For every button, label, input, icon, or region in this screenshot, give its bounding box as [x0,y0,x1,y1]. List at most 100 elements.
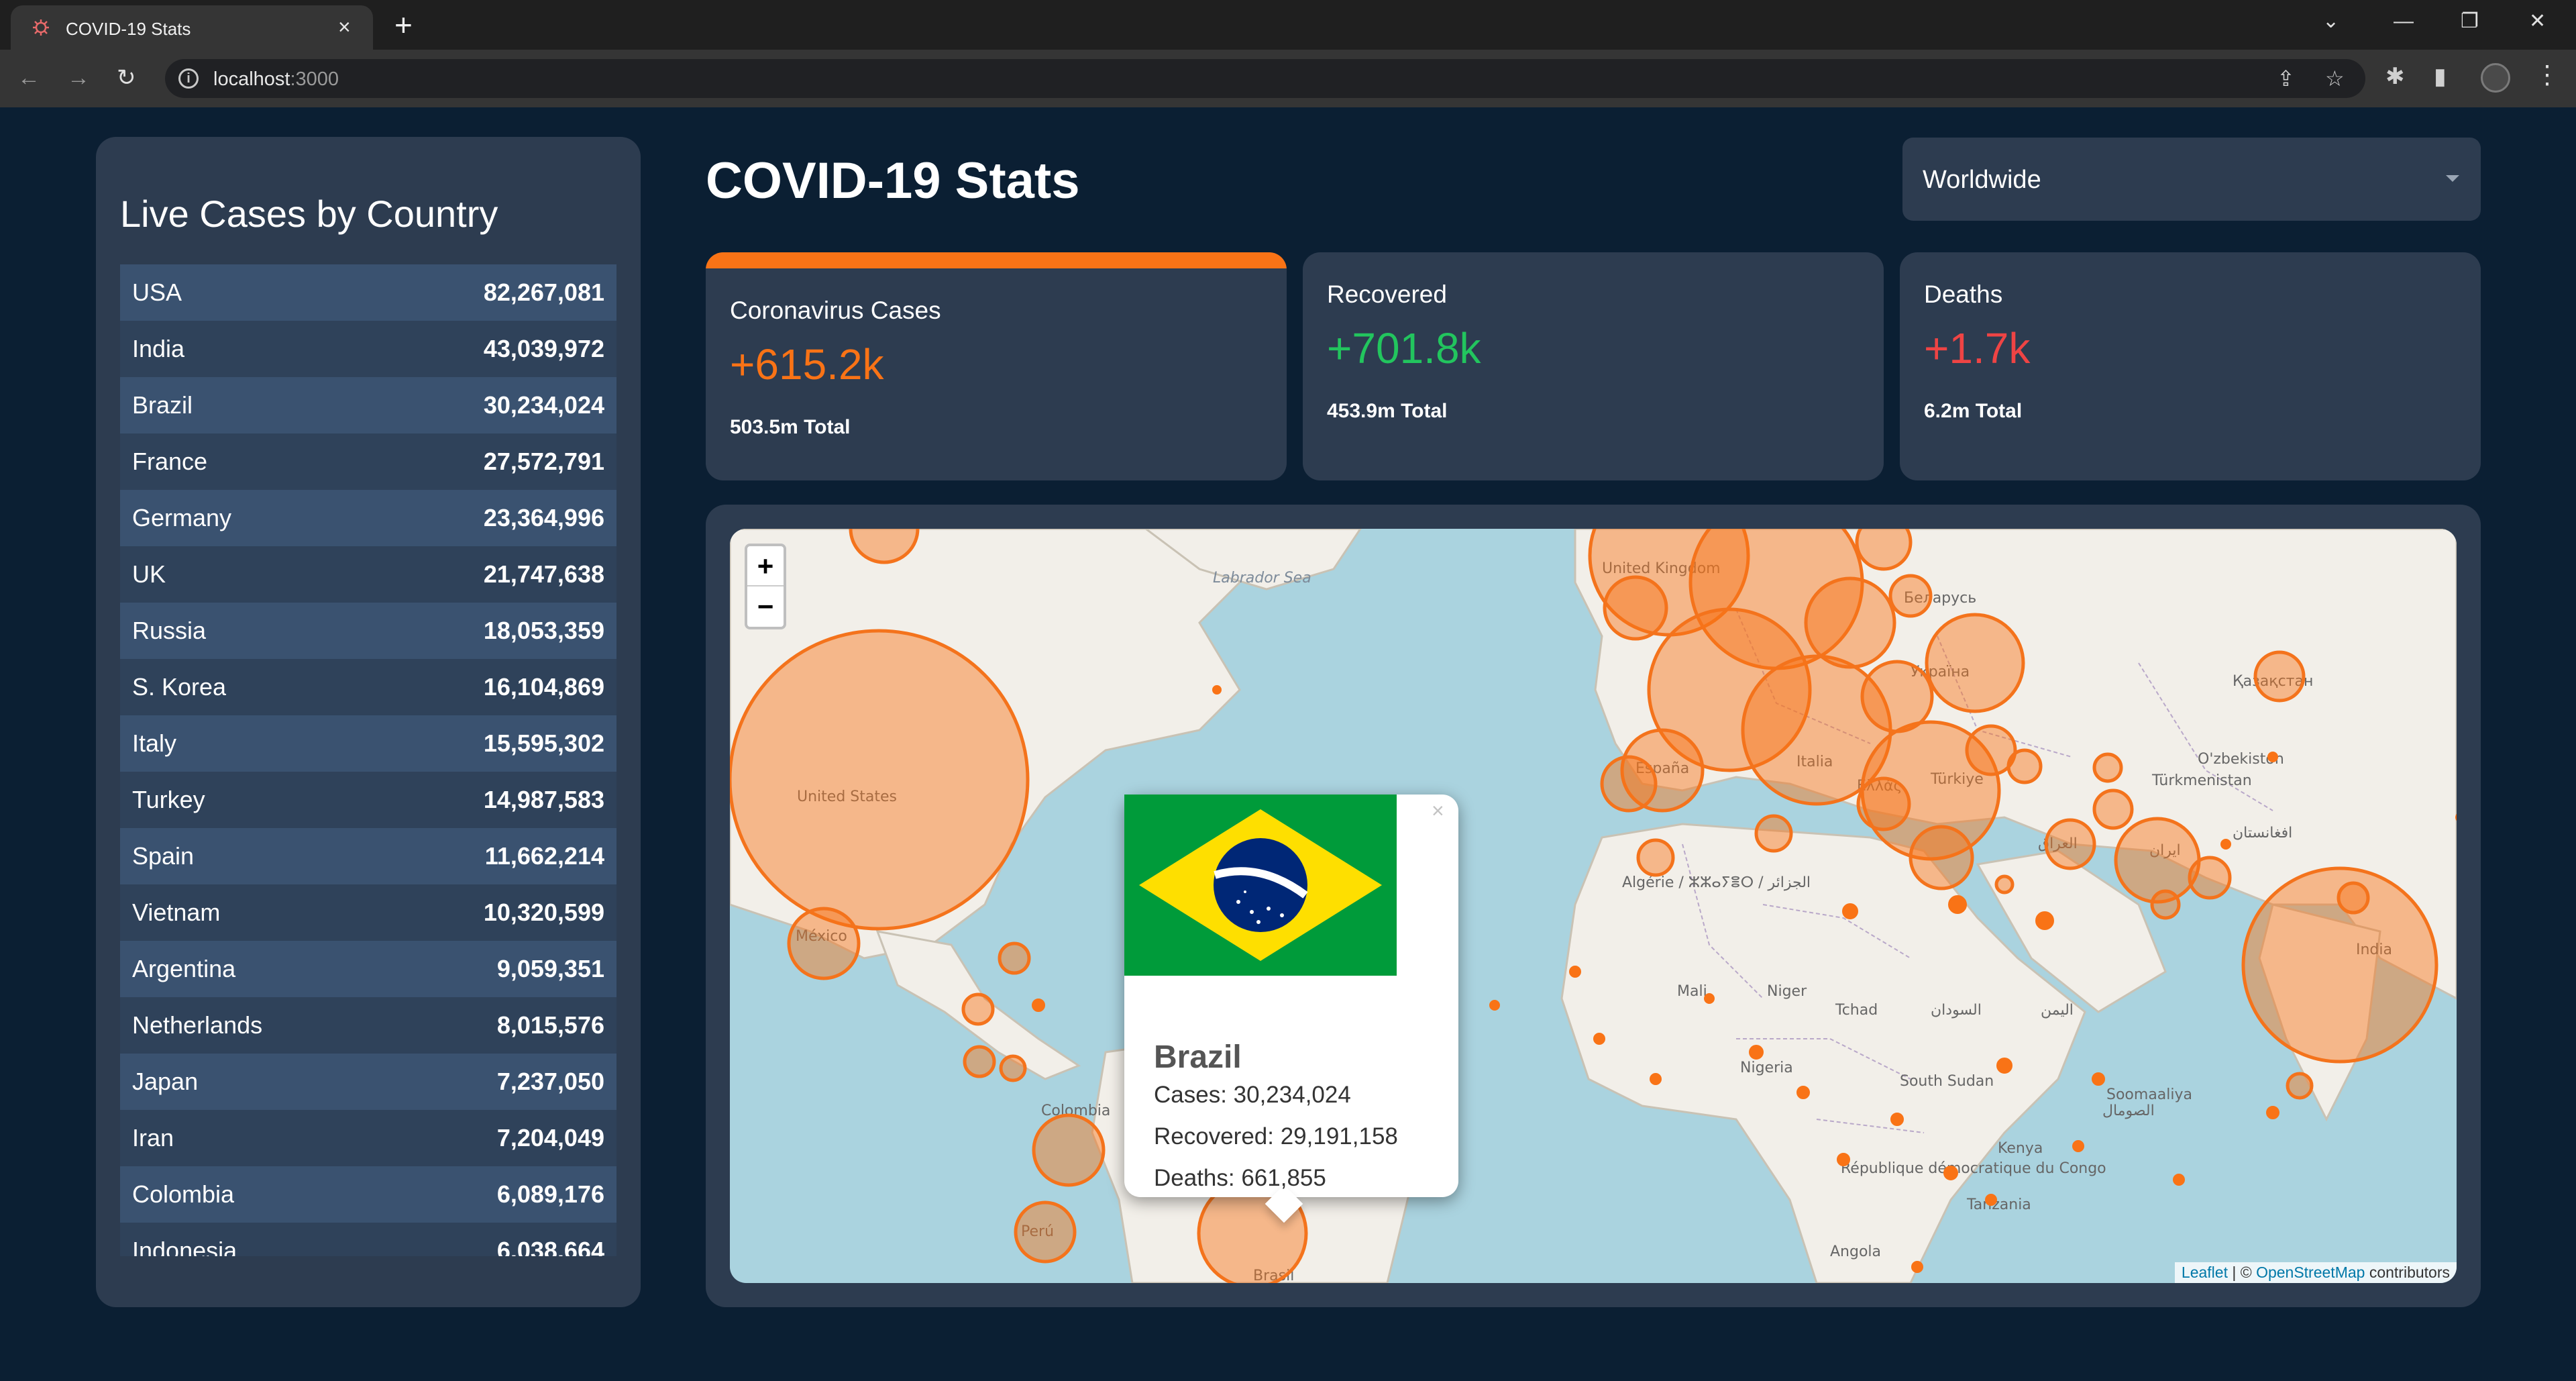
case-circle [961,992,995,1026]
deaths-card[interactable]: Deaths +1.7k 6.2m Total [1900,252,2481,480]
country-cases: 14,987,583 [483,786,604,813]
cases-card[interactable]: Coronavirus Cases +615.2k 503.5m Total [706,252,1287,480]
forward-icon[interactable]: → [67,64,90,91]
cases-card-label: Coronavirus Cases [730,297,941,324]
site-info-icon[interactable]: i [178,68,199,89]
case-circle [2092,788,2134,830]
table-row[interactable]: UK 21,747,638 [120,546,616,603]
extensions-icon[interactable]: ✱ [2385,64,2405,89]
country-cases: 30,234,024 [483,391,604,419]
zoom-in-button[interactable]: + [747,546,784,586]
country-name: Vietnam [132,899,221,926]
popup-close-icon[interactable]: × [1432,800,1444,821]
country-name: Japan [132,1068,199,1095]
table-row[interactable]: Spain 11,662,214 [120,828,616,884]
table-row[interactable]: Iran 7,204,049 [120,1110,616,1166]
table-row[interactable]: USA 82,267,081 [120,264,616,321]
country-select-value: Worldwide [1923,166,2041,194]
zoom-out-button[interactable]: − [747,586,784,627]
map-label: اليمن [2041,1002,2074,1019]
table-row[interactable]: Argentina 9,059,351 [120,941,616,997]
table-row[interactable]: Indonesia 6,038,664 [120,1223,616,1256]
map-label: Tchad [1835,1002,1878,1019]
map-tiles: Labrador Sea United States México United… [730,529,2457,1283]
case-circle [1754,814,1793,853]
map-label: Angola [1830,1243,1881,1260]
case-dot [1842,903,1858,919]
country-cases: 8,015,576 [496,1011,604,1039]
case-circle [1600,755,1658,813]
virus-icon [33,19,49,36]
share-icon[interactable]: ⇪ [2277,67,2295,90]
country-name: Spain [132,842,195,870]
case-circle [1856,776,1911,831]
table-row[interactable]: France 27,572,791 [120,433,616,490]
recovered-card-label: Recovered [1327,280,1447,308]
new-tab-button[interactable]: + [394,9,413,40]
country-name: Indonesia [132,1237,237,1256]
case-dot [1749,1045,1764,1060]
side-panel-icon[interactable]: ▮ [2434,64,2447,89]
tab-close-icon[interactable]: × [338,16,351,38]
window-close-icon[interactable]: ✕ [2529,8,2546,35]
map-label: Soomaaliya [2106,1086,2192,1103]
table-row[interactable]: Colombia 6,089,176 [120,1166,616,1223]
map-label: Niger [1767,983,1807,1000]
case-dot [1489,1000,1500,1011]
case-dot [1943,1166,1958,1180]
address-bar[interactable]: i localhost:3000 ⇪ ☆ [165,59,2365,98]
case-dot [2072,1140,2084,1152]
back-icon[interactable]: ← [17,64,40,91]
map-label: Türkmenistan [2151,772,2252,789]
country-name: Colombia [132,1180,235,1208]
country-cases: 15,595,302 [483,729,604,757]
case-circle [1860,660,1934,733]
profile-avatar[interactable] [2481,63,2510,93]
caret-down-icon [2446,175,2459,182]
minimize-icon[interactable]: — [2394,8,2414,35]
case-circle [1032,1113,1106,1187]
case-dot [1890,1113,1904,1126]
table-row[interactable]: Vietnam 10,320,599 [120,884,616,941]
recovered-card[interactable]: Recovered +701.8k 453.9m Total [1303,252,1884,480]
restore-icon[interactable]: ❐ [2461,8,2479,35]
browser-menu-icon[interactable]: ⋮ [2534,62,2560,89]
case-dot [1985,1194,1997,1206]
table-row[interactable]: Netherlands 8,015,576 [120,997,616,1054]
table-row[interactable]: Italy 15,595,302 [120,715,616,772]
map-label: République démocratique du Congo [1841,1160,2106,1177]
browser-toolbar: ← → ↻ i localhost:3000 ⇪ ☆ [0,50,2576,107]
case-circle [2092,752,2123,783]
table-row[interactable]: Turkey 14,987,583 [120,772,616,828]
bookmark-star-icon[interactable]: ☆ [2325,67,2345,90]
case-circle [1994,874,2015,894]
browser-tab[interactable]: COVID-19 Stats × [11,5,373,50]
country-select[interactable]: Worldwide [1902,138,2481,221]
case-dot [1212,685,1222,695]
case-dot [2220,839,2231,850]
map-attribution: Leaflet | © OpenStreetMap contributors [2174,1262,2457,1283]
country-table[interactable]: USA 82,267,081 India 43,039,972 Brazil 30,234… [120,264,616,1256]
world-map[interactable]: Labrador Sea United States México United… [730,529,2457,1283]
country-cases: 7,204,049 [496,1124,604,1152]
country-cases: 21,747,638 [483,560,604,588]
table-row[interactable]: S. Korea 16,104,869 [120,659,616,715]
leaflet-link[interactable]: Leaflet [2182,1264,2228,1281]
case-circle [999,1054,1027,1082]
map-panel: Labrador Sea United States México United… [706,505,2481,1307]
country-cases: 9,059,351 [496,955,604,982]
table-row[interactable]: Germany 23,364,996 [120,490,616,546]
table-row[interactable]: India 43,039,972 [120,321,616,377]
osm-link[interactable]: OpenStreetMap [2256,1264,2365,1281]
country-cases: 6,038,664 [496,1237,604,1256]
table-row[interactable]: Japan 7,237,050 [120,1054,616,1110]
country-cases: 23,364,996 [483,504,604,531]
table-row[interactable]: Russia 18,053,359 [120,603,616,659]
map-label: South Sudan [1900,1073,1994,1090]
reload-icon[interactable]: ↻ [117,64,136,91]
brazil-flag-image [1124,795,1397,976]
tab-search-icon[interactable]: ⌄ [2322,8,2339,35]
popup-country-name: Brazil [1154,1039,1242,1075]
case-dot [1650,1073,1662,1085]
table-row[interactable]: Brazil 30,234,024 [120,377,616,433]
